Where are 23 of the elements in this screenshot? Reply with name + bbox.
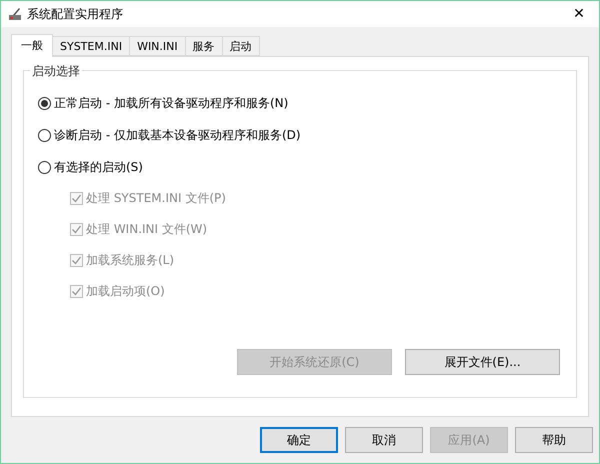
- tab[interactable]: 一般: [11, 34, 53, 57]
- checkbox-label: 加载系统服务(L): [86, 252, 174, 269]
- group-title: 启动选择: [30, 62, 82, 80]
- radio-button[interactable]: [38, 128, 51, 142]
- button[interactable]: 展开文件(E)...: [405, 349, 560, 375]
- window-title: 系统配置实用程序: [27, 6, 123, 23]
- button[interactable]: 确定: [260, 427, 338, 453]
- tab[interactable]: WIN.INI: [129, 36, 186, 56]
- close-button[interactable]: ✕: [559, 4, 599, 24]
- checkbox-label: 加载启动项(O): [86, 283, 165, 300]
- radio-label: 有选择的启动(S): [54, 159, 143, 176]
- tab[interactable]: SYSTEM.INI: [52, 36, 130, 56]
- radio-label: 正常启动 - 加载所有设备驱动程序和服务(N): [54, 95, 288, 112]
- radio-button[interactable]: [38, 96, 51, 110]
- checkbox-label: 处理 SYSTEM.INI 文件(P): [86, 190, 226, 207]
- app-icon: [7, 6, 23, 22]
- button[interactable]: 取消: [345, 427, 423, 453]
- checkbox-label: 处理 WIN.INI 文件(W): [86, 221, 208, 238]
- radio-button[interactable]: [38, 160, 51, 174]
- radio-label: 诊断启动 - 仅加载基本设备驱动程序和服务(D): [54, 127, 301, 144]
- tab[interactable]: 启动: [222, 36, 260, 56]
- tab[interactable]: 服务: [184, 36, 223, 56]
- button[interactable]: 帮助: [515, 427, 593, 453]
